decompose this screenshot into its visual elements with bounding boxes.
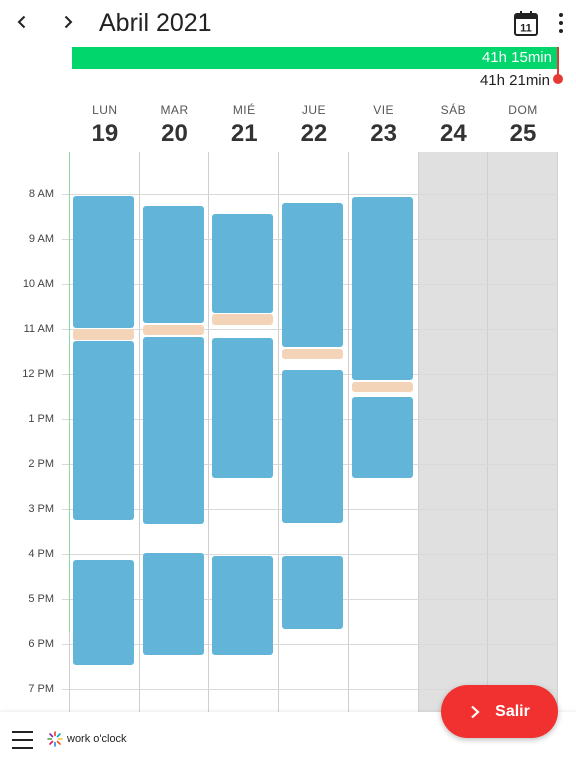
weekend-column [418, 152, 489, 712]
day-header-24[interactable]: SÁB 24 [419, 100, 489, 148]
worked-hours-label: 41h 15min [481, 49, 552, 66]
work-session-block[interactable] [143, 206, 204, 323]
day-name: LUN [92, 103, 118, 117]
today-calendar-button[interactable]: 11 [512, 9, 540, 37]
hour-label: 11 AM [23, 323, 54, 335]
day-header-22[interactable]: JUE 22 [279, 100, 349, 148]
app-header: Abril 2021 11 [0, 0, 576, 46]
day-number: 20 [161, 120, 188, 147]
week-calendar-grid[interactable]: 7 AM 8 AM 9 AM 10 AM 11 AM 12 PM 1 PM 2 PM 3 PM 4… [0, 152, 558, 712]
day-header-23[interactable]: VIE 23 [349, 100, 419, 148]
day-number: 22 [300, 120, 328, 147]
work-session-block[interactable] [212, 213, 273, 313]
work-session-block[interactable] [352, 396, 413, 478]
more-options-button[interactable] [552, 11, 570, 35]
current-time-line [69, 152, 70, 632]
weekend-column [488, 152, 558, 712]
day-number: 23 [370, 120, 397, 147]
day-divider [348, 152, 349, 712]
work-session-block[interactable] [352, 197, 413, 380]
day-divider [557, 152, 558, 712]
day-divider [278, 152, 279, 712]
day-name: MIÉ [232, 103, 256, 117]
worked-hours-progress-bar: 41h 15min [72, 47, 558, 69]
work-session-block[interactable] [282, 203, 343, 347]
next-week-button[interactable] [54, 8, 82, 36]
day-number: 24 [439, 120, 467, 147]
work-session-block[interactable] [73, 560, 134, 665]
break-block [282, 348, 343, 359]
day-divider [418, 152, 419, 712]
day-header-19[interactable]: LUN 19 [70, 100, 140, 148]
calendar-icon-day: 11 [520, 23, 532, 35]
target-marker-dot [553, 74, 563, 84]
page-title: Abril 2021 [99, 9, 212, 37]
work-session-block[interactable] [143, 552, 204, 655]
break-block [352, 381, 413, 392]
day-name: SÁB [440, 103, 467, 117]
day-number: 19 [91, 120, 119, 147]
day-number: 21 [230, 120, 258, 147]
target-marker-line [557, 47, 559, 77]
hamburger-menu-icon [12, 731, 33, 733]
hamburger-menu-button[interactable] [12, 731, 34, 749]
work-session-block[interactable] [212, 338, 273, 478]
day-name: MAR [160, 103, 189, 117]
break-block [143, 324, 204, 335]
hour-gridline [62, 194, 558, 195]
target-hours-label: 41h 21min [479, 72, 550, 89]
app-logo: work o'clock [47, 731, 127, 747]
work-session-block[interactable] [282, 555, 343, 629]
clock-out-label: Salir [495, 702, 530, 720]
hour-label: 9 AM [28, 233, 54, 245]
day-divider [487, 152, 488, 712]
hour-label: 3 PM [28, 503, 54, 515]
hour-label: 7 AM [0, 152, 54, 156]
more-vertical-icon [559, 13, 563, 17]
day-header-20[interactable]: MAR 20 [140, 100, 210, 148]
break-block [73, 329, 134, 340]
break-block [212, 314, 273, 325]
day-divider [139, 152, 140, 712]
app-logo-text: work o'clock [67, 733, 127, 745]
previous-week-button[interactable] [8, 8, 36, 36]
hour-label: 6 PM [28, 638, 54, 650]
hour-label: 7 PM [28, 683, 54, 695]
day-header-21[interactable]: MIÉ 21 [209, 100, 279, 148]
day-name: JUE [301, 103, 327, 117]
hour-label: 8 AM [28, 188, 54, 200]
day-header-25[interactable]: DOM 25 [488, 100, 558, 148]
day-divider [208, 152, 209, 712]
day-name: VIE [373, 103, 395, 117]
chevron-right-icon [471, 705, 480, 718]
clock-out-button[interactable]: Salir [441, 685, 558, 738]
hour-label: 5 PM [28, 593, 54, 605]
hour-label: 2 PM [28, 458, 54, 470]
hour-gridline [62, 644, 558, 645]
work-session-block[interactable] [73, 195, 134, 328]
chevron-right-icon [64, 15, 73, 29]
day-name: DOM [508, 103, 538, 117]
work-session-block[interactable] [73, 341, 134, 520]
work-session-block[interactable] [143, 336, 204, 524]
hour-label: 4 PM [28, 548, 54, 560]
chevron-left-icon [17, 15, 26, 29]
calendar-icon: 11 [514, 11, 538, 36]
clock-burst-logo-icon [47, 731, 63, 747]
work-session-block[interactable] [282, 369, 343, 523]
hour-label: 1 PM [28, 413, 54, 425]
week-day-headers: LUN 19 MAR 20 MIÉ 21 JUE 22 VIE 23 SÁB 24 DOM 25 [70, 100, 558, 152]
hour-label: 10 AM [22, 278, 54, 290]
hour-label: 12 PM [22, 368, 54, 380]
hour-gridline [62, 554, 558, 555]
work-session-block[interactable] [212, 555, 273, 655]
day-number: 25 [509, 120, 537, 147]
